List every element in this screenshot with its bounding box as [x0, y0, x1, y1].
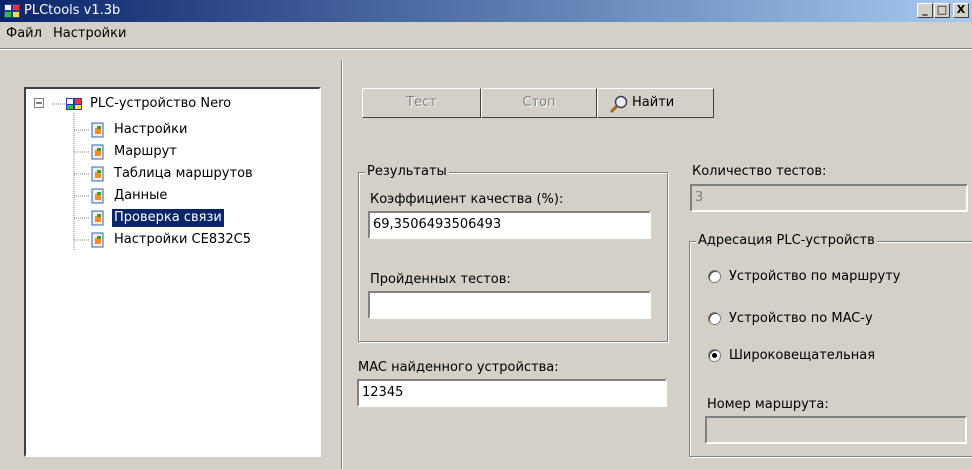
radio-button[interactable]: [708, 312, 721, 325]
radio-label: Устройство по маршруту: [729, 269, 901, 284]
tree-item-label: Проверка связи: [112, 209, 224, 227]
tests-count-label: Количество тестов:: [692, 164, 827, 179]
route-number-label: Номер маршрута:: [707, 397, 829, 412]
menu-bar: Файл Настройки: [0, 22, 972, 46]
app-icon: [4, 4, 20, 18]
tree-item-label: Настройки: [114, 122, 188, 137]
radio-button[interactable]: [708, 349, 721, 362]
device-tree[interactable]: PLC-устройство Nero Настройки Маршрут Та…: [24, 87, 321, 457]
magnifier-icon: [609, 95, 628, 114]
mac-field[interactable]: 12345: [357, 379, 667, 407]
window-title: PLCtools v1.3b: [24, 3, 121, 18]
collapse-icon[interactable]: [34, 98, 45, 109]
addressing-caption: Адресация PLC-устройств: [696, 233, 877, 248]
minimize-button[interactable]: _: [917, 3, 933, 18]
device-icon: [66, 98, 82, 110]
quality-field[interactable]: 69,3506493506493: [368, 211, 651, 239]
passed-tests-field[interactable]: [368, 291, 651, 319]
page-icon: [91, 144, 104, 160]
tree-item-label: Данные: [114, 188, 168, 203]
title-bar[interactable]: PLCtools v1.3b _ □ X: [0, 0, 972, 22]
page-icon: [91, 210, 104, 226]
route-number-field[interactable]: [705, 416, 967, 444]
stop-button[interactable]: Стоп: [481, 88, 597, 118]
menu-file[interactable]: Файл: [6, 26, 42, 41]
find-button[interactable]: Найти: [597, 88, 714, 118]
radio-selected-dot: [712, 353, 717, 358]
page-icon: [91, 122, 104, 138]
tree-item-label: Настройки CE832C5: [114, 232, 252, 247]
radio-label: Широковещательная: [729, 348, 876, 363]
tree-root-label: PLC-устройство Nero: [90, 96, 232, 111]
radio-button[interactable]: [708, 270, 721, 283]
mac-label: MAC найденного устройства:: [358, 360, 559, 375]
find-label: Найти: [632, 95, 675, 110]
panel-divider[interactable]: [341, 60, 343, 469]
page-icon: [91, 232, 104, 248]
test-button[interactable]: Тест: [362, 88, 481, 118]
passed-tests-label: Пройденных тестов:: [370, 272, 511, 287]
close-button[interactable]: X: [953, 3, 969, 18]
radio-label: Устройство по MAC-у: [729, 311, 873, 326]
page-icon: [91, 188, 104, 204]
results-caption: Результаты: [365, 164, 449, 179]
menu-separator: [0, 48, 972, 50]
maximize-button[interactable]: □: [934, 3, 950, 18]
menu-settings[interactable]: Настройки: [53, 26, 126, 41]
page-icon: [91, 166, 104, 182]
tests-count-field[interactable]: 3: [690, 184, 968, 212]
tree-item-label: Таблица маршрутов: [114, 166, 253, 181]
quality-label: Коэффициент качества (%):: [370, 192, 564, 207]
tree-item-label: Маршрут: [114, 144, 177, 159]
